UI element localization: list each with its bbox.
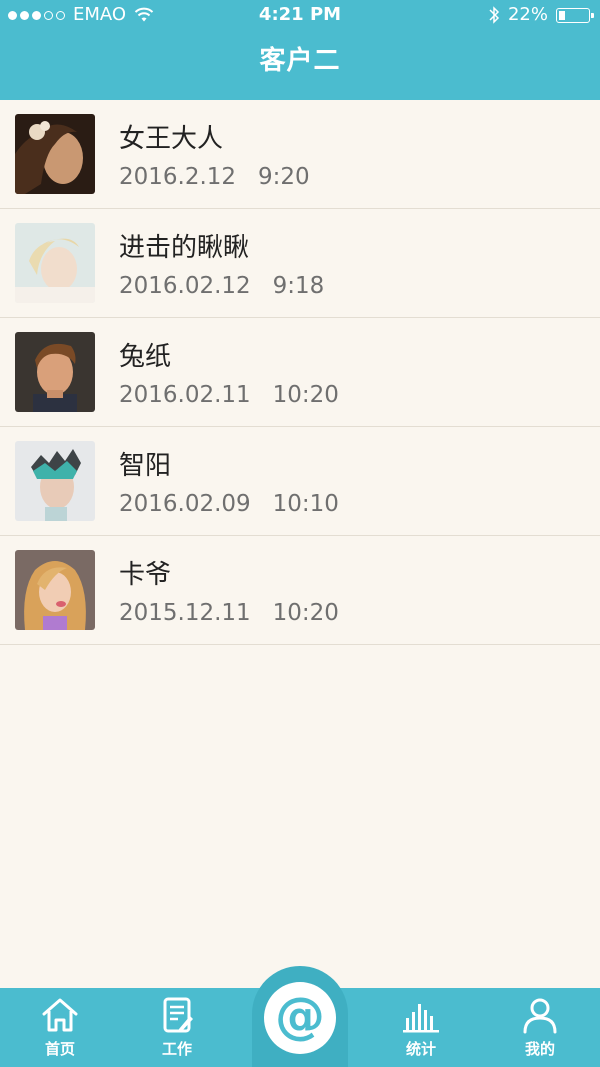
avatar bbox=[15, 441, 95, 521]
tab-mine[interactable]: 我的 bbox=[490, 988, 590, 1067]
status-bar: EMAO 4:21 PM 22% bbox=[0, 0, 600, 30]
page-title: 客户二 bbox=[259, 46, 341, 76]
list-item[interactable]: 智阳 2016.02.09 10:10 bbox=[0, 427, 600, 536]
user-icon bbox=[523, 998, 557, 1034]
at-icon: @ bbox=[264, 982, 336, 1054]
customer-name: 女王大人 bbox=[119, 124, 224, 154]
tab-stats-label: 统计 bbox=[405, 1040, 436, 1058]
center-at-button[interactable]: @ bbox=[252, 966, 348, 1067]
tab-work-label: 工作 bbox=[161, 1040, 192, 1058]
center-at-label: @ bbox=[275, 987, 325, 1045]
avatar bbox=[15, 223, 95, 303]
customer-name: 进击的瞅瞅 bbox=[119, 233, 250, 263]
battery-percent: 22% bbox=[507, 4, 548, 25]
customer-time: 2016.02.09 10:10 bbox=[119, 491, 339, 517]
tab-stats[interactable]: 统计 bbox=[371, 988, 471, 1067]
customer-time: 2015.12.11 10:20 bbox=[119, 600, 339, 626]
customer-name: 智阳 bbox=[119, 451, 172, 481]
customer-time: 2016.02.12 9:18 bbox=[119, 273, 325, 299]
list-item[interactable]: 兔纸 2016.02.11 10:20 bbox=[0, 318, 600, 427]
top-bar: EMAO 4:21 PM 22% 客户二 bbox=[0, 0, 600, 100]
list-item[interactable]: 卡爷 2015.12.11 10:20 bbox=[0, 536, 600, 645]
customer-time: 2016.02.11 10:20 bbox=[119, 382, 339, 408]
avatar bbox=[15, 332, 95, 412]
tab-work[interactable]: 工作 bbox=[127, 988, 227, 1067]
customer-name: 兔纸 bbox=[119, 342, 172, 372]
bluetooth-icon bbox=[489, 6, 500, 24]
home-icon bbox=[42, 998, 78, 1032]
list-item[interactable]: 进击的瞅瞅 2016.02.12 9:18 bbox=[0, 209, 600, 318]
avatar bbox=[15, 550, 95, 630]
customer-list: 女王大人 2016.2.12 9:20 进击的瞅瞅 2016.02.12 9:1… bbox=[0, 100, 600, 645]
document-edit-icon bbox=[163, 997, 193, 1033]
list-item[interactable]: 女王大人 2016.2.12 9:20 bbox=[0, 100, 600, 209]
battery-icon bbox=[556, 7, 594, 23]
avatar bbox=[15, 114, 95, 194]
tab-mine-label: 我的 bbox=[524, 1040, 555, 1058]
bar-chart-icon bbox=[403, 1004, 439, 1033]
customer-time: 2016.2.12 9:20 bbox=[119, 164, 310, 190]
tab-home[interactable]: 首页 bbox=[10, 988, 110, 1067]
tab-home-label: 首页 bbox=[44, 1040, 75, 1058]
customer-name: 卡爷 bbox=[119, 560, 172, 590]
